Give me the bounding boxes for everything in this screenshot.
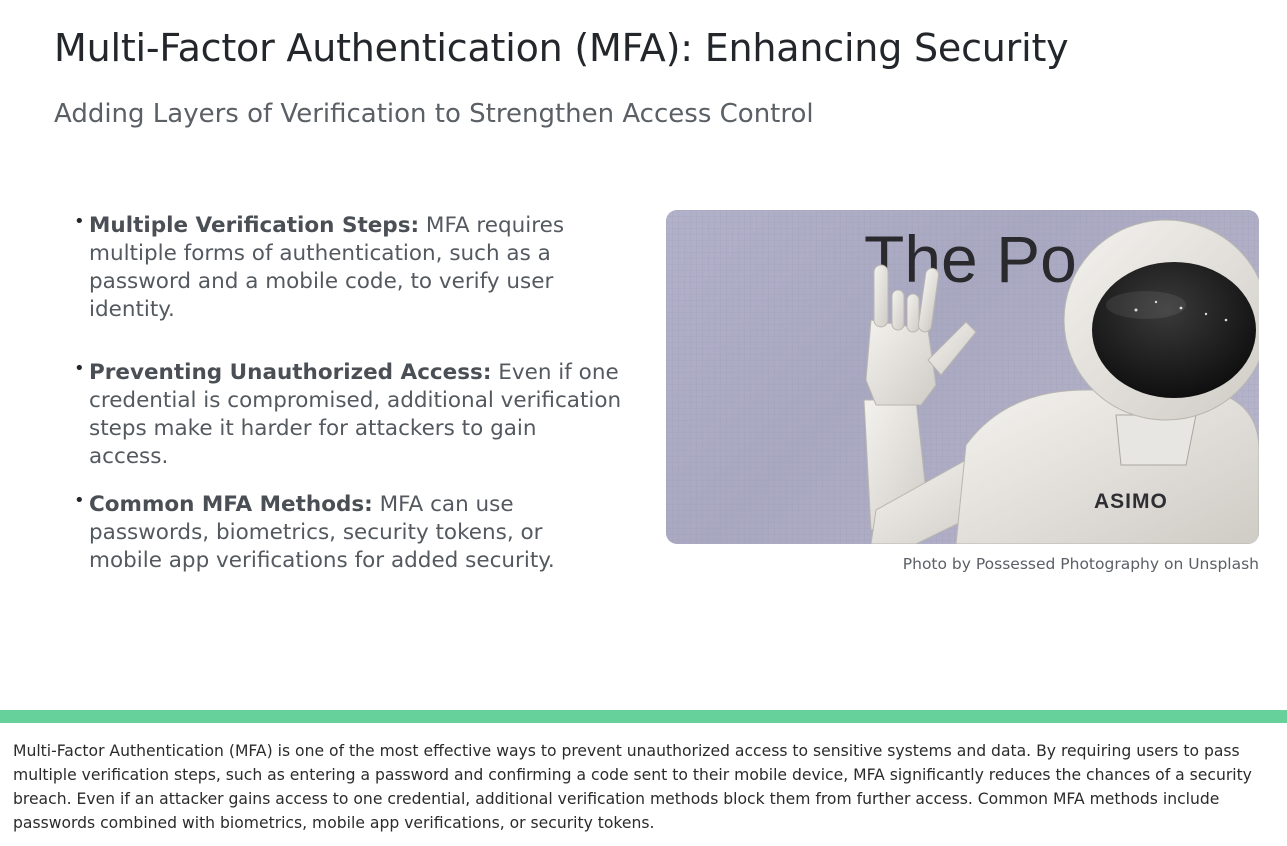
bullet-item: Multiple Verification Steps: MFA require… [74, 208, 622, 324]
slide-subtitle: Adding Layers of Verification to Strengt… [54, 99, 814, 129]
bullet-item: Preventing Unauthorized Access: Even if … [74, 355, 622, 471]
speaker-notes: Multi-Factor Authentication (MFA) is one… [13, 742, 1252, 832]
bullet-item: Common MFA Methods: MFA can use password… [74, 487, 622, 575]
background-sign-text: The Po [864, 222, 1077, 296]
robot-label: ASIMO [1094, 490, 1168, 513]
notes-divider [0, 710, 1287, 723]
slide-title: Multi-Factor Authentication (MFA): Enhan… [54, 26, 1069, 70]
bullet-list: Multiple Verification Steps: MFA require… [74, 208, 622, 575]
bullet-lead: Preventing Unauthorized Access: [89, 360, 492, 385]
bullet-lead: Common MFA Methods: [89, 492, 373, 517]
photo-caption: Photo by Possessed Photography on Unspla… [902, 555, 1259, 573]
bullet-lead: Multiple Verification Steps: [89, 213, 420, 238]
slide-canvas: Multi-Factor Authentication (MFA): Enhan… [0, 0, 1287, 710]
robot-photo: The Po ASIMO [666, 210, 1259, 544]
